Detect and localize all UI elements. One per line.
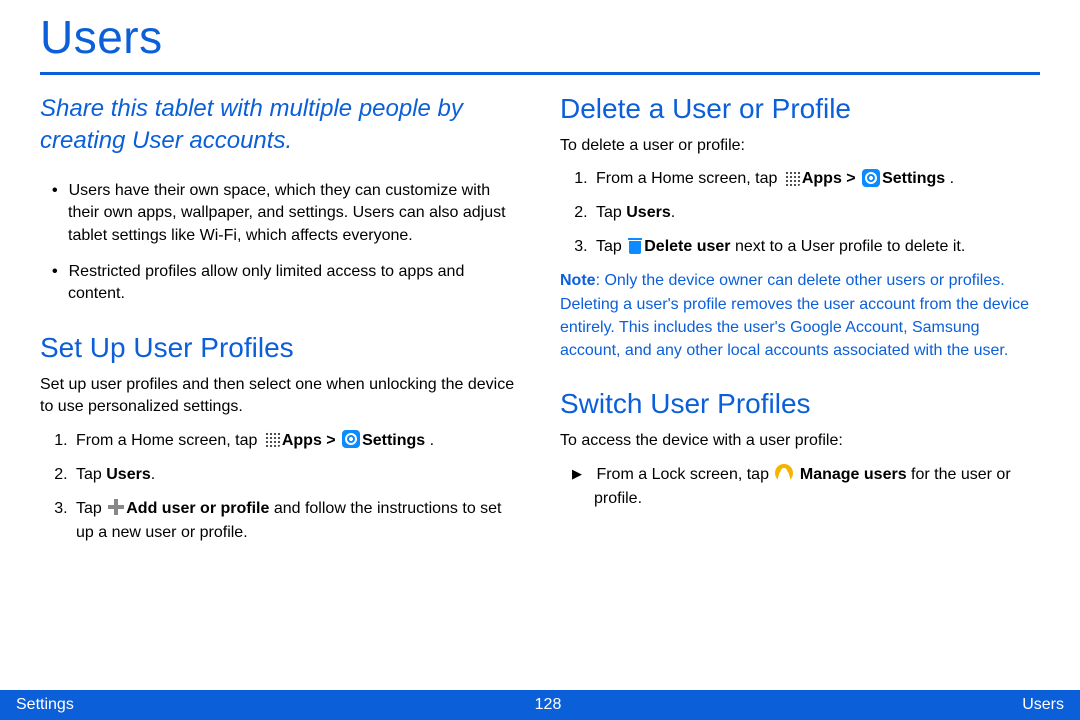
step-item: Tap Users. bbox=[592, 201, 1040, 225]
setup-steps: From a Home screen, tap Apps > Settings … bbox=[40, 429, 520, 545]
apps-label: Apps > bbox=[282, 432, 340, 449]
switch-steps: From a Lock screen, tap Manage users for… bbox=[560, 463, 1040, 511]
footer-right: Users bbox=[1022, 696, 1064, 714]
step-text: next to a User profile to delete it. bbox=[731, 238, 966, 255]
step-text: . bbox=[151, 466, 155, 483]
apps-icon bbox=[784, 170, 800, 186]
user-icon bbox=[775, 464, 793, 482]
step-item: Tap Delete user next to a User profile t… bbox=[592, 235, 1040, 259]
trash-icon bbox=[628, 238, 642, 254]
settings-icon bbox=[342, 430, 360, 448]
settings-icon bbox=[862, 169, 880, 187]
right-column: Delete a User or Profile To delete a use… bbox=[560, 93, 1040, 555]
delete-steps: From a Home screen, tap Apps > Settings … bbox=[560, 167, 1040, 259]
step-item: From a Home screen, tap Apps > Settings … bbox=[72, 429, 520, 453]
manage-users-label: Manage users bbox=[800, 466, 907, 483]
step-text: . bbox=[945, 170, 954, 187]
delete-intro: To delete a user or profile: bbox=[560, 135, 1040, 157]
plus-icon bbox=[108, 499, 124, 515]
step-item: From a Lock screen, tap Manage users for… bbox=[572, 463, 1040, 511]
step-text: From a Home screen, tap bbox=[76, 432, 262, 449]
section-heading-setup: Set Up User Profiles bbox=[40, 332, 520, 364]
setup-intro: Set up user profiles and then select one… bbox=[40, 374, 520, 419]
step-item: Tap Add user or profile and follow the i… bbox=[72, 497, 520, 545]
note-label: Note bbox=[560, 272, 596, 289]
horizontal-rule bbox=[40, 72, 1040, 75]
apps-icon bbox=[264, 431, 280, 447]
note-body: : Only the device owner can delete other… bbox=[560, 272, 1029, 359]
step-item: From a Home screen, tap Apps > Settings … bbox=[592, 167, 1040, 191]
intro-text: Share this tablet with multiple people b… bbox=[40, 93, 520, 158]
delete-user-label: Delete user bbox=[644, 238, 730, 255]
switch-intro: To access the device with a user profile… bbox=[560, 430, 1040, 452]
section-heading-switch: Switch User Profiles bbox=[560, 388, 1040, 420]
section-heading-delete: Delete a User or Profile bbox=[560, 93, 1040, 125]
bullet-item: Users have their own space, which they c… bbox=[52, 180, 520, 247]
bullet-item: Restricted profiles allow only limited a… bbox=[52, 261, 520, 306]
step-text: From a Lock screen, tap bbox=[596, 466, 773, 483]
delete-note: Note: Only the device owner can delete o… bbox=[560, 269, 1040, 362]
page-footer: Settings 128 Users bbox=[0, 690, 1080, 720]
users-label: Users bbox=[106, 466, 150, 483]
step-text: Tap bbox=[596, 238, 626, 255]
page-number: 128 bbox=[535, 696, 562, 714]
step-text: Tap bbox=[76, 500, 106, 517]
two-column-layout: Share this tablet with multiple people b… bbox=[40, 93, 1040, 555]
step-text: . bbox=[425, 432, 434, 449]
footer-left: Settings bbox=[16, 696, 74, 714]
step-text: Tap bbox=[596, 204, 626, 221]
add-user-label: Add user or profile bbox=[126, 500, 269, 517]
users-label: Users bbox=[626, 204, 670, 221]
intro-bullets: Users have their own space, which they c… bbox=[40, 180, 520, 306]
apps-label: Apps > bbox=[802, 170, 860, 187]
step-text: From a Home screen, tap bbox=[596, 170, 782, 187]
step-text: . bbox=[671, 204, 675, 221]
settings-label: Settings bbox=[362, 432, 425, 449]
manual-page: Users Share this tablet with multiple pe… bbox=[0, 0, 1080, 720]
left-column: Share this tablet with multiple people b… bbox=[40, 93, 520, 555]
step-text: Tap bbox=[76, 466, 106, 483]
step-item: Tap Users. bbox=[72, 463, 520, 487]
settings-label: Settings bbox=[882, 170, 945, 187]
page-title: Users bbox=[40, 10, 1040, 70]
